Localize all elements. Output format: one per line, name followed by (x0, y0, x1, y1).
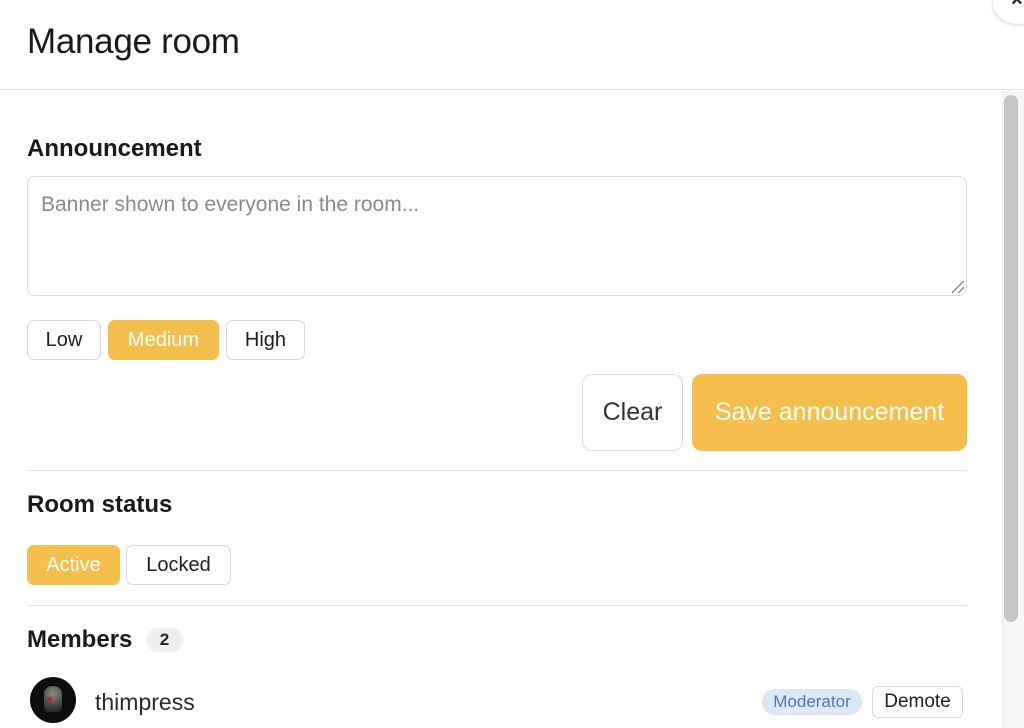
manage-room-modal: Manage room × Announcement Low Medium Hi… (0, 0, 1024, 728)
section-divider (27, 605, 967, 606)
priority-high-label: High (244, 328, 287, 351)
clear-button[interactable]: Clear (582, 374, 683, 451)
status-locked-label: Locked (146, 553, 211, 576)
member-name: thimpress (95, 689, 195, 715)
priority-high-button[interactable]: High (226, 320, 305, 360)
modal-title: Manage room (27, 22, 240, 61)
resize-grip-icon[interactable] (952, 281, 964, 293)
close-icon: × (1011, 0, 1023, 11)
priority-low-button[interactable]: Low (27, 320, 101, 360)
status-active-button[interactable]: Active (27, 545, 120, 585)
members-count-badge: 2 (146, 628, 183, 652)
section-divider (27, 470, 967, 471)
priority-medium-label: Medium (127, 328, 200, 351)
save-announcement-label: Save announcement (714, 398, 945, 426)
status-active-label: Active (46, 553, 101, 576)
announcement-input[interactable] (27, 176, 967, 296)
status-locked-button[interactable]: Locked (126, 545, 231, 585)
clear-button-label: Clear (602, 398, 663, 426)
save-announcement-button[interactable]: Save announcement (692, 374, 967, 451)
priority-medium-button[interactable]: Medium (108, 320, 219, 360)
avatar-detail-icon (47, 697, 52, 702)
scrollbar-thumb[interactable] (1004, 95, 1018, 622)
demote-button[interactable]: Demote (872, 686, 963, 718)
announcement-heading: Announcement (27, 135, 202, 162)
demote-button-label: Demote (884, 691, 951, 712)
role-badge: Moderator (762, 689, 862, 715)
modal-header: Manage room (0, 0, 1024, 90)
priority-low-label: Low (45, 328, 83, 351)
members-heading: Members (27, 626, 133, 653)
room-status-heading: Room status (27, 491, 173, 518)
avatar (30, 677, 76, 723)
